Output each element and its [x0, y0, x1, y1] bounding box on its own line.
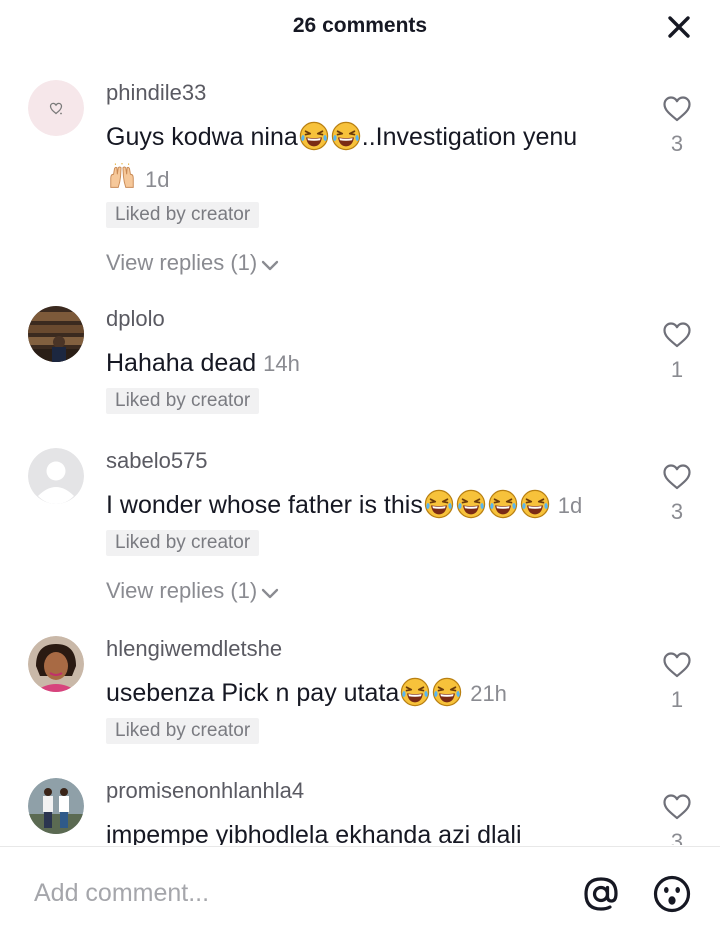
comment-timestamp: 1d: [557, 493, 583, 518]
like-button[interactable]: 3: [662, 462, 692, 525]
laughing-emoji-icon: [400, 677, 430, 707]
heart-icon: [662, 792, 692, 822]
raising-hands-emoji-icon: [110, 163, 134, 188]
laughing-emoji-icon: [456, 489, 486, 519]
chevron-down-icon: [262, 588, 279, 599]
laughing-emoji-icon: [488, 489, 518, 519]
like-button[interactable]: 3: [662, 792, 692, 845]
liked-by-creator-badge: Liked by creator: [106, 530, 260, 556]
avatar[interactable]: [28, 80, 84, 136]
comment-username[interactable]: sabelo575: [106, 448, 208, 474]
view-replies-label: View replies (1): [106, 250, 258, 275]
comment-timestamp: 21h: [470, 681, 507, 706]
liked-by-creator-badge: Liked by creator: [106, 388, 260, 414]
emoji-face-icon[interactable]: [652, 874, 692, 914]
heart-icon: [662, 320, 692, 350]
avatar[interactable]: [28, 306, 84, 362]
like-count: 3: [670, 829, 684, 845]
liked-by-creator-badge: Liked by creator: [106, 718, 260, 744]
comment-text: usebenza Pick n pay utata 21h: [106, 677, 507, 707]
laughing-emoji-icon: [424, 489, 454, 519]
like-count: 1: [670, 357, 684, 382]
comment-username[interactable]: promisenonhlanhla4: [106, 778, 304, 804]
view-replies-button[interactable]: View replies (1): [106, 250, 280, 276]
heart-icon: [662, 94, 692, 124]
comment-list[interactable]: phindile33 Guys kodwa nina ..Investigatio…: [0, 56, 720, 845]
chevron-down-icon: [262, 260, 279, 271]
avatar[interactable]: [28, 778, 84, 834]
comment-timestamp: 14h: [263, 351, 300, 376]
like-count: 3: [670, 499, 684, 524]
laughing-emoji-icon: [520, 489, 550, 519]
comment-text: Guys kodwa nina ..Investigation yenu 1d: [106, 121, 578, 192]
laughing-emoji-icon: [331, 121, 361, 151]
comments-header: 26 comments: [0, 0, 720, 56]
heart-icon: [662, 650, 692, 680]
view-replies-label: View replies (1): [106, 578, 258, 603]
like-count: 1: [670, 687, 684, 712]
like-button[interactable]: 1: [662, 320, 692, 383]
comment-text: impempe yibhodlela ekhanda azi dlali: [106, 821, 522, 845]
at-sign-icon[interactable]: [581, 874, 621, 914]
liked-by-creator-badge: Liked by creator: [106, 202, 260, 228]
laughing-emoji-icon: [299, 121, 329, 151]
comments-count-title: 26 comments: [292, 14, 428, 37]
add-comment-input[interactable]: [34, 875, 554, 911]
avatar[interactable]: [28, 448, 84, 504]
comment-timestamp: 1d: [144, 167, 170, 192]
comment-username[interactable]: hlengiwemdletshe: [106, 636, 282, 662]
comment-text: Hahaha dead 14h: [106, 349, 300, 377]
comment-username[interactable]: phindile33: [106, 80, 206, 106]
comment-composer: [0, 846, 720, 940]
comment-username[interactable]: dplolo: [106, 306, 165, 332]
laughing-emoji-icon: [432, 677, 462, 707]
avatar[interactable]: [28, 636, 84, 692]
heart-icon: [662, 462, 692, 492]
close-icon[interactable]: [664, 12, 694, 42]
like-button[interactable]: 3: [662, 94, 692, 157]
like-count: 3: [670, 131, 684, 156]
like-button[interactable]: 1: [662, 650, 692, 713]
view-replies-button[interactable]: View replies (1): [106, 578, 280, 604]
comment-text: I wonder whose father is this 1d: [106, 489, 583, 519]
